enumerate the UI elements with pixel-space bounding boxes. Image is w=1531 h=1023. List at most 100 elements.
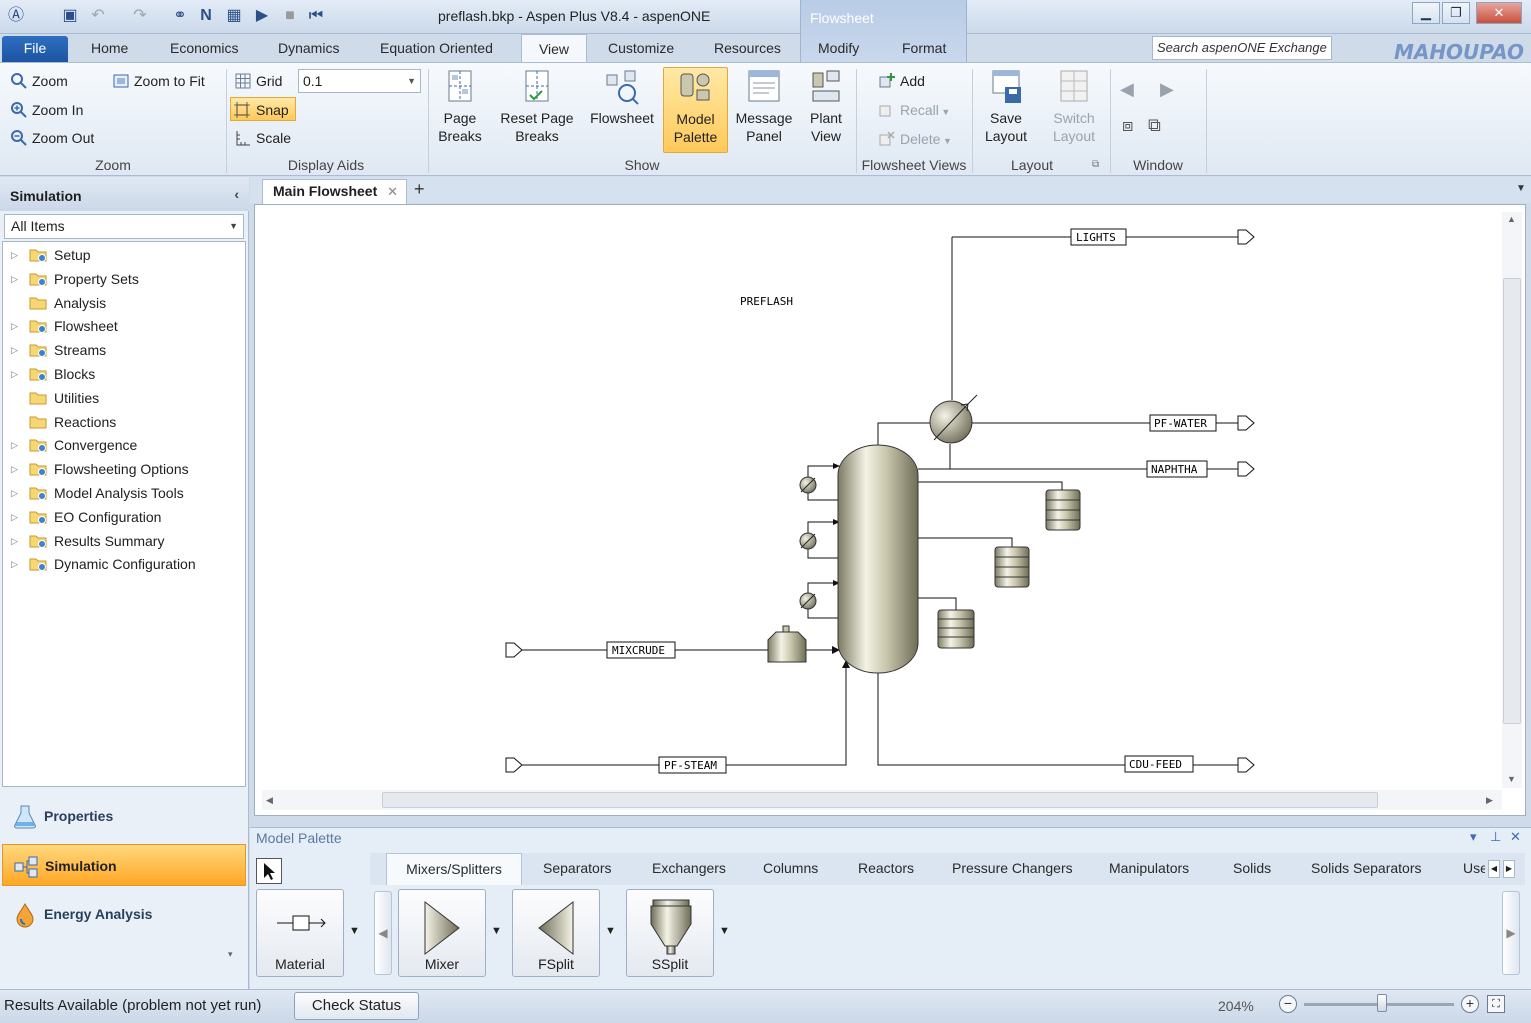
palette-tab-solids-separators[interactable]: Solids Separators bbox=[1311, 860, 1422, 876]
tree-item-blocks[interactable]: ▷ Blocks bbox=[3, 363, 243, 385]
delete-view-button[interactable]: Delete ▼ bbox=[876, 127, 952, 151]
recall-view-button[interactable]: Recall ▼ bbox=[876, 98, 950, 122]
palette-tab-prev-icon[interactable]: ◀ bbox=[1488, 860, 1500, 878]
undo-icon[interactable]: ↶ bbox=[88, 6, 108, 26]
tree-item-eo-configuration[interactable]: ▷ EO Configuration bbox=[3, 506, 243, 528]
control-panel-icon[interactable]: ▦ bbox=[224, 6, 244, 26]
fsplit-dropdown-icon[interactable]: ▼ bbox=[605, 925, 616, 937]
redo-icon[interactable]: ↷ bbox=[130, 6, 150, 26]
next-icon[interactable]: N bbox=[196, 6, 216, 26]
network-icon[interactable]: ⚭ bbox=[170, 6, 190, 26]
maximize-button[interactable]: ❐ bbox=[1442, 2, 1470, 24]
tree-item-reactions[interactable]: Reactions bbox=[3, 411, 243, 433]
run-icon[interactable]: ▶ bbox=[252, 6, 272, 26]
tab-list-icon[interactable]: ▼ bbox=[1516, 183, 1526, 194]
stream-label-pf-water[interactable]: PF-WATER bbox=[1149, 414, 1217, 432]
expand-arrow-icon[interactable]: ▷ bbox=[11, 553, 18, 575]
palette-tab-mixers-splitters[interactable]: Mixers/Splitters bbox=[386, 853, 522, 885]
expand-arrow-icon[interactable]: ▷ bbox=[11, 506, 18, 528]
aspen-logo-icon[interactable]: Ⓐ bbox=[6, 6, 26, 26]
expand-arrow-icon[interactable]: ▷ bbox=[11, 363, 18, 385]
search-input[interactable]: Search aspenONE Exchange bbox=[1152, 36, 1332, 60]
save-icon[interactable]: ▣ bbox=[60, 6, 80, 26]
tree-item-results-summary[interactable]: ▷ Results Summary bbox=[3, 530, 243, 552]
cascade-windows-icon[interactable]: ⧉ bbox=[1148, 115, 1161, 136]
expand-arrow-icon[interactable]: ▷ bbox=[11, 339, 18, 361]
expand-arrow-icon[interactable]: ▷ bbox=[11, 268, 18, 290]
tree-item-streams[interactable]: ▷ Streams bbox=[3, 339, 243, 361]
expand-arrow-icon[interactable]: ▷ bbox=[11, 530, 18, 552]
scroll-down-icon[interactable]: ▼ bbox=[1507, 774, 1516, 784]
flowsheet-diagram[interactable]: PREFLASH LIGHTS PF-WATER NAPHTHA MIXCRUD… bbox=[258, 208, 1498, 788]
palette-scroll-left-icon[interactable]: ◀ bbox=[374, 891, 392, 975]
palette-item-fsplit[interactable]: FSplit bbox=[512, 889, 600, 977]
stream-label-mixcrude[interactable]: MIXCRUDE bbox=[606, 641, 676, 659]
palette-tab-exchangers[interactable]: Exchangers bbox=[652, 860, 726, 876]
stream-label-cdu-feed[interactable]: CDU-FEED bbox=[1124, 755, 1194, 773]
nav-button-energy-analysis[interactable]: Energy Analysis bbox=[2, 893, 246, 935]
grid-button[interactable]: Grid bbox=[232, 69, 282, 93]
zoom-in-icon[interactable]: + bbox=[1461, 995, 1479, 1013]
reset-page-breaks-button[interactable]: Reset Page Breaks bbox=[496, 67, 578, 153]
tree-item-flowsheet[interactable]: ▷ Flowsheet bbox=[3, 315, 243, 337]
palette-tab-next-icon[interactable]: ▶ bbox=[1503, 860, 1515, 878]
tab-equation-oriented[interactable]: Equation Oriented bbox=[380, 40, 493, 56]
dialog-launcher-icon[interactable]: ⧉ bbox=[1092, 159, 1099, 170]
horizontal-scroll-thumb[interactable] bbox=[382, 792, 1378, 808]
minimize-button[interactable]: ▁ bbox=[1412, 2, 1440, 24]
scroll-left-icon[interactable]: ◀ bbox=[266, 795, 273, 806]
tab-format[interactable]: Format bbox=[902, 40, 946, 56]
stream-label-pf-steam[interactable]: PF-STEAM bbox=[658, 756, 727, 774]
pin-icon[interactable]: ⊥ bbox=[1490, 829, 1501, 845]
switch-layout-button[interactable]: Switch Layout bbox=[1042, 67, 1106, 153]
stream-label-lights[interactable]: LIGHTS bbox=[1070, 228, 1127, 246]
tree-item-setup[interactable]: ▷ Setup bbox=[3, 244, 243, 266]
plant-view-button[interactable]: Plant View bbox=[802, 67, 850, 153]
zoom-out-icon[interactable]: − bbox=[1279, 995, 1297, 1013]
palette-item-material[interactable]: Material bbox=[256, 889, 344, 977]
close-button[interactable]: ✕ bbox=[1476, 2, 1522, 24]
tab-main-flowsheet[interactable]: Main Flowsheet ✕ bbox=[262, 179, 407, 204]
preflash-column[interactable] bbox=[837, 444, 919, 674]
expand-arrow-icon[interactable]: ▷ bbox=[11, 244, 18, 266]
palette-tab-manipulators[interactable]: Manipulators bbox=[1109, 860, 1189, 876]
tree-item-flowsheeting-options[interactable]: ▷ Flowsheeting Options bbox=[3, 458, 243, 480]
vertical-scroll-thumb[interactable] bbox=[1503, 278, 1521, 724]
reset-icon[interactable]: ⏮ bbox=[306, 6, 326, 26]
palette-tab-reactors[interactable]: Reactors bbox=[858, 860, 914, 876]
zoom-to-fit-button[interactable]: Zoom to Fit bbox=[110, 69, 205, 93]
select-pointer-button[interactable] bbox=[256, 858, 282, 884]
flowsheet-button[interactable]: Flowsheet bbox=[586, 67, 658, 153]
scale-button[interactable]: Scale bbox=[232, 126, 291, 150]
palette-tab-user-models[interactable]: Use bbox=[1463, 860, 1485, 876]
tab-file[interactable]: File bbox=[2, 36, 68, 62]
tab-customize[interactable]: Customize bbox=[608, 40, 674, 56]
tree-item-property-sets[interactable]: ▷ Property Sets bbox=[3, 268, 243, 290]
save-layout-button[interactable]: Save Layout bbox=[978, 67, 1034, 153]
zoom-to-fit-icon[interactable]: ⛶ bbox=[1487, 995, 1505, 1013]
palette-tab-solids[interactable]: Solids bbox=[1233, 860, 1271, 876]
nav-button-properties[interactable]: Properties bbox=[2, 795, 246, 837]
mixer-dropdown-icon[interactable]: ▼ bbox=[491, 925, 502, 937]
stop-icon[interactable]: ■ bbox=[280, 6, 300, 26]
tab-home[interactable]: Home bbox=[91, 40, 128, 56]
message-panel-button[interactable]: Message Panel bbox=[733, 67, 795, 153]
add-view-button[interactable]: Add bbox=[876, 69, 925, 93]
expand-arrow-icon[interactable]: ▷ bbox=[11, 315, 18, 337]
nav-filter-select[interactable]: All Items ▼ bbox=[4, 214, 244, 239]
zoom-slider-thumb[interactable] bbox=[1377, 994, 1387, 1012]
zoom-out-button[interactable]: Zoom Out bbox=[8, 126, 94, 150]
palette-item-ssplit[interactable]: SSplit bbox=[626, 889, 714, 977]
configure-buttons-icon[interactable]: ▾ bbox=[228, 949, 233, 960]
collapse-pane-icon[interactable]: ‹ bbox=[234, 186, 239, 202]
tree-item-utilities[interactable]: Utilities bbox=[3, 387, 243, 409]
palette-scroll-right-icon[interactable]: ▶ bbox=[1502, 891, 1520, 975]
side-stripper-1[interactable] bbox=[1045, 489, 1081, 531]
side-stripper-2[interactable] bbox=[994, 546, 1030, 588]
snap-button[interactable]: Snap bbox=[230, 97, 296, 121]
check-status-button[interactable]: Check Status bbox=[294, 992, 419, 1020]
side-stripper-3[interactable] bbox=[937, 609, 975, 649]
scroll-right-icon[interactable]: ▶ bbox=[1486, 795, 1493, 806]
material-dropdown-icon[interactable]: ▼ bbox=[349, 925, 360, 937]
tab-dynamics[interactable]: Dynamics bbox=[278, 40, 339, 56]
